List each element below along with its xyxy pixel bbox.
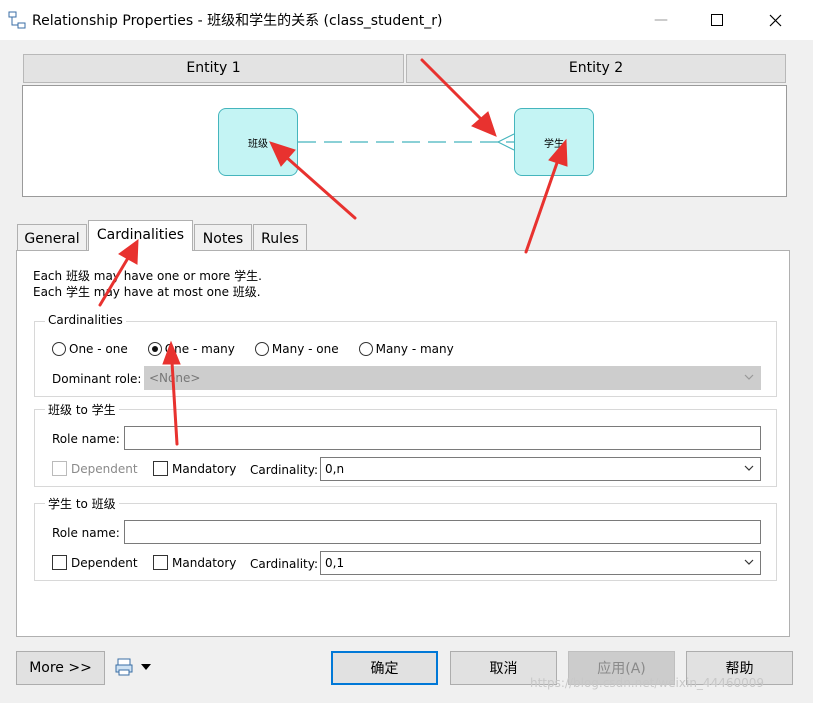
relationship-app-icon <box>8 11 26 29</box>
watermark: https://blog.csdn.net/weixin_44460009 <box>530 676 765 690</box>
close-icon <box>769 14 781 26</box>
radio-one-many-label: One - many <box>164 342 235 356</box>
relationship-line <box>298 133 515 151</box>
cardinalities-group-title: Cardinalities <box>45 313 126 327</box>
dropdown-arrow-icon[interactable] <box>141 663 151 671</box>
cardinality-select-a[interactable]: 0,n <box>320 457 761 481</box>
chevron-down-icon <box>744 559 754 565</box>
entity2-name: 学生 <box>544 138 564 150</box>
description-line-1: Each 班级 may have one or more 学生. <box>33 269 262 283</box>
radio-many-many-indicator <box>358 342 373 356</box>
dependent-checkbox-a-box <box>52 461 67 476</box>
close-button[interactable] <box>752 0 798 40</box>
dependent-label-a: Dependent <box>71 461 138 476</box>
radio-one-many-indicator <box>147 342 162 356</box>
description-line-2: Each 学生 may have at most one 班级. <box>33 285 261 299</box>
ok-button[interactable]: 确定 <box>331 651 438 685</box>
window-title: Relationship Properties - 班级和学生的关系 (clas… <box>32 13 443 29</box>
dependent-checkbox-a: Dependent <box>52 461 138 476</box>
radio-one-one[interactable]: One - one <box>52 342 128 356</box>
radio-many-one-indicator <box>254 342 269 356</box>
dominant-role-select: <None> <box>144 366 761 390</box>
mandatory-label-b: Mandatory <box>172 555 237 570</box>
maximize-button[interactable] <box>694 0 740 40</box>
minimize-button[interactable]: — <box>638 0 684 40</box>
cardinality-label-b: Cardinality: <box>250 557 319 571</box>
entity1-header: Entity 1 <box>23 54 404 83</box>
mandatory-checkbox-b[interactable]: Mandatory <box>153 555 236 570</box>
tab-cardinalities[interactable]: Cardinalities <box>88 220 193 251</box>
cardinality-label-a: Cardinality: <box>250 463 319 477</box>
cardinality-value-a: 0,n <box>325 462 345 476</box>
chevron-down-icon <box>744 374 754 380</box>
role-name-label-a: Role name: <box>52 432 120 446</box>
dominant-role-value: <None> <box>149 371 201 385</box>
chevron-down-icon <box>744 465 754 471</box>
entity2-box[interactable]: 学生 <box>514 108 594 176</box>
radio-one-one-indicator <box>52 342 66 356</box>
tab-general[interactable]: General <box>17 224 87 252</box>
maximize-icon <box>711 14 723 26</box>
radio-one-one-label: One - one <box>69 342 128 356</box>
role-group-student-to-class: 学生 to 班级 Role name: Dependent Mandatory … <box>34 495 777 581</box>
dependent-checkbox-b-box <box>52 555 67 570</box>
radio-one-many[interactable]: One - many <box>147 342 235 356</box>
cardinalities-panel: Each 班级 may have one or more 学生. Each 学生… <box>16 250 790 637</box>
entity1-name: 班级 <box>248 138 268 150</box>
role-name-label-b: Role name: <box>52 526 120 540</box>
entity1-box[interactable]: 班级 <box>218 108 298 176</box>
relationship-diagram: 班级 学生 <box>22 85 787 197</box>
radio-many-many[interactable]: Many - many <box>358 342 454 356</box>
radio-many-one-label: Many - one <box>271 342 339 356</box>
title-bar: Relationship Properties - 班级和学生的关系 (clas… <box>0 0 813 40</box>
print-icon[interactable] <box>114 657 134 677</box>
mandatory-checkbox-a-box <box>153 461 168 476</box>
tab-rules[interactable]: Rules <box>253 224 307 252</box>
dependent-label-b: Dependent <box>71 555 138 570</box>
role-group-a-title: 班级 to 学生 <box>45 401 119 418</box>
role-name-input-a[interactable] <box>124 426 761 450</box>
mandatory-checkbox-b-box <box>153 555 168 570</box>
entity2-header: Entity 2 <box>406 54 786 83</box>
radio-many-many-label: Many - many <box>375 342 454 356</box>
cardinality-select-b[interactable]: 0,1 <box>320 551 761 575</box>
cardinalities-group: Cardinalities One - one One - many Many … <box>34 313 777 397</box>
role-name-input-b[interactable] <box>124 520 761 544</box>
role-group-class-to-student: 班级 to 学生 Role name: Dependent Mandatory … <box>34 401 777 487</box>
more-button[interactable]: More >> <box>16 651 105 685</box>
mandatory-label-a: Mandatory <box>172 461 237 476</box>
tab-notes[interactable]: Notes <box>194 224 252 252</box>
dominant-role-label: Dominant role: <box>52 372 142 386</box>
mandatory-checkbox-a[interactable]: Mandatory <box>153 461 236 476</box>
cardinality-value-b: 0,1 <box>325 556 345 570</box>
dependent-checkbox-b[interactable]: Dependent <box>52 555 138 570</box>
radio-many-one[interactable]: Many - one <box>254 342 339 356</box>
cardinality-options: One - one One - many Many - one Many - m… <box>52 342 454 356</box>
role-group-b-title: 学生 to 班级 <box>45 495 119 512</box>
